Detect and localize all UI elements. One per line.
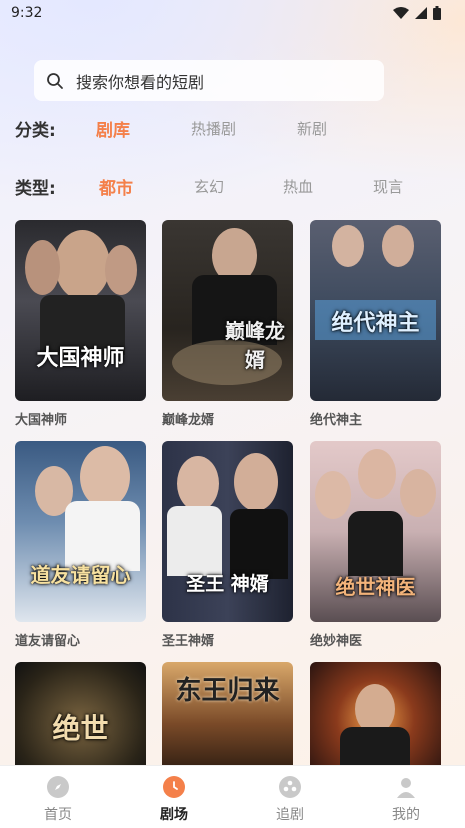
category-option-新剧[interactable]: 新剧 (297, 118, 327, 139)
tab-mine[interactable]: 我的 (366, 776, 446, 824)
tab-follow[interactable]: 追剧 (250, 776, 330, 824)
status-bar: 9:32 (0, 0, 465, 28)
drama-title: 巅峰龙婿 (162, 413, 215, 428)
search-bar[interactable]: 搜索你想看的短剧 (34, 60, 384, 101)
drama-poster[interactable]: 大国神师 (15, 220, 146, 401)
category-label: 分类: (15, 121, 56, 141)
drama-card[interactable]: 大国神师 大国神师 (15, 220, 146, 428)
drama-card[interactable]: 道友请留心 道友请留心 (15, 441, 146, 649)
genre-option-玄幻[interactable]: 玄幻 (194, 176, 224, 197)
drama-card[interactable]: 绝世 (15, 662, 146, 765)
drama-title: 道友请留心 (15, 634, 81, 649)
drama-poster[interactable]: 绝世神医 (310, 441, 441, 622)
battery-icon (433, 6, 441, 20)
category-option-热播剧[interactable]: 热播剧 (191, 118, 236, 139)
status-icons (393, 6, 441, 20)
bottom-tab-bar: 首页 剧场 追剧 我的 (0, 765, 465, 828)
poster-title: 巅峰龙婿 (225, 319, 285, 372)
drama-card[interactable]: 绝世神医 绝妙神医 (310, 441, 441, 649)
tab-home[interactable]: 首页 (18, 776, 98, 824)
drama-card[interactable] (310, 662, 441, 765)
wifi-icon (393, 7, 409, 19)
poster-title: 绝世神医 (335, 575, 416, 599)
drama-poster[interactable]: 绝代神主 (310, 220, 441, 401)
status-time: 9:32 (11, 5, 43, 21)
drama-poster[interactable]: 东王归来 (162, 662, 293, 765)
drama-card[interactable]: 巅峰龙婿 巅峰龙婿 (162, 220, 293, 428)
drama-title: 圣王神婿 (162, 634, 215, 649)
drama-poster[interactable]: 巅峰龙婿 (162, 220, 293, 401)
search-icon (47, 72, 63, 89)
drama-title: 大国神师 (15, 413, 68, 428)
genre-label: 类型: (15, 179, 56, 199)
film-reel-icon (279, 776, 301, 798)
tab-label: 我的 (392, 807, 420, 823)
search-placeholder: 搜索你想看的短剧 (76, 72, 205, 92)
poster-title: 大国神师 (36, 346, 125, 371)
drama-card[interactable]: 东王归来 (162, 662, 293, 765)
drama-poster[interactable]: 道友请留心 (15, 441, 146, 622)
drama-card[interactable]: 绝代神主 绝代神主 (310, 220, 441, 428)
category-option-剧库[interactable]: 剧库 (96, 116, 130, 141)
category-filter: 分类: 剧库 热播剧 新剧 (0, 113, 465, 143)
clock-icon (163, 776, 185, 798)
drama-poster[interactable]: 圣王 神婿 (162, 441, 293, 622)
user-icon (395, 776, 417, 798)
poster-title: 道友请留心 (30, 563, 131, 587)
genre-option-热血[interactable]: 热血 (283, 176, 313, 197)
drama-card[interactable]: 圣王 神婿 圣王神婿 (162, 441, 293, 649)
tab-label: 剧场 (160, 807, 188, 823)
genre-option-都市[interactable]: 都市 (99, 174, 133, 199)
poster-title: 圣王 神婿 (186, 573, 269, 595)
genre-filter: 类型: 都市 玄幻 热血 现言 (0, 171, 465, 201)
drama-title: 绝妙神医 (310, 634, 363, 649)
tab-label: 追剧 (276, 807, 304, 823)
signal-icon (415, 7, 427, 19)
compass-icon (47, 776, 69, 798)
drama-title: 绝代神主 (310, 413, 363, 428)
drama-poster[interactable] (310, 662, 441, 765)
poster-title: 绝世 (52, 712, 109, 745)
poster-title: 绝代神主 (331, 311, 420, 336)
genre-option-现言[interactable]: 现言 (373, 176, 403, 197)
tab-theater[interactable]: 剧场 (134, 776, 214, 824)
poster-title: 东王归来 (175, 676, 280, 706)
tab-label: 首页 (44, 807, 72, 823)
drama-poster[interactable]: 绝世 (15, 662, 146, 765)
